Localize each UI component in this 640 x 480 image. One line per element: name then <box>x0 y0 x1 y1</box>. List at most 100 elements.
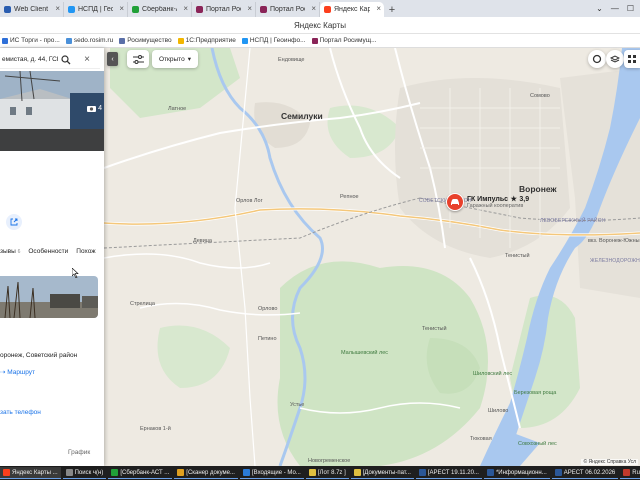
map-label[interactable]: Орлов Лог <box>236 198 263 204</box>
place-thumbnail[interactable] <box>0 276 98 318</box>
map-label[interactable]: Березовая роща <box>514 390 556 396</box>
taskbar-item[interactable]: Яндекс Карты ... <box>0 467 61 479</box>
map-label[interactable]: Тенистый <box>505 253 530 259</box>
bookmark-item[interactable]: ИС Торги - про... <box>2 37 60 44</box>
browser-tab[interactable]: Портал Росимущества | × <box>192 2 256 17</box>
new-tab-button[interactable]: + <box>384 2 400 17</box>
grid-icon <box>627 54 636 63</box>
bookmark-item[interactable]: НСПД | Геоинфо... <box>241 37 306 44</box>
map-label[interactable]: вкз. Воронеж-Южный <box>588 238 640 244</box>
taskbar-item[interactable]: [Входящие - Мо... <box>239 467 304 479</box>
taskbar-item-label: Яндекс Карты ... <box>12 469 58 476</box>
map-label[interactable]: Девица <box>193 238 212 244</box>
tab-label: Портал Росимущества | <box>206 6 241 13</box>
map-label[interactable]: СЕМЬЛИ <box>320 48 342 49</box>
map-label[interactable]: Семилуки <box>281 111 323 121</box>
chevron-down-icon: ▾ <box>187 56 191 63</box>
taskbar-item[interactable]: *Информационн... <box>483 467 550 479</box>
poi-rating: 3,9 <box>519 196 530 203</box>
close-tab-icon[interactable]: × <box>119 4 124 13</box>
close-tab-icon[interactable]: × <box>247 4 252 13</box>
bookmark-item[interactable]: Портал Росимущ... <box>311 37 377 44</box>
place-panel: емистая, д. 44, ГСК × 4 зывы 6 Особеннос… <box>0 48 104 466</box>
minimize-icon[interactable]: — <box>611 4 619 13</box>
map-label[interactable]: Сомово <box>530 93 550 99</box>
panel-tab[interactable]: зывы 6 <box>0 248 20 260</box>
search-input[interactable]: емистая, д. 44, ГСК <box>0 56 58 63</box>
taskbar-item[interactable]: Rutracker.org <box>620 467 640 479</box>
map-label[interactable]: Совхозный лес <box>518 441 557 447</box>
map-label[interactable]: Устье <box>290 402 304 408</box>
bookmark-item[interactable]: sedo.rosim.ru <box>65 37 113 44</box>
browser-tab-strip: Web Client×НСПД | Геоинформацио...×Сберб… <box>0 0 640 17</box>
screen: Web Client×НСПД | Геоинформацио...×Сберб… <box>0 0 640 480</box>
page-title: Яндекс Карты <box>294 20 346 30</box>
map-label[interactable]: Шиловский лес <box>473 371 512 377</box>
map-label[interactable]: ЛЕВОБЕРЕЖНЫЙ РАЙОН <box>540 218 606 224</box>
mouse-cursor-icon <box>72 268 79 278</box>
poi-marker[interactable]: ГК Импульс ★ 3,9 Гаражный кооператив <box>446 193 529 211</box>
taskbar-item-label: *Информационн... <box>495 469 547 476</box>
browser-tab[interactable]: Сбербанк-АСТ - Электро... × <box>128 2 192 17</box>
panel-tab[interactable]: Особенности <box>28 248 68 260</box>
share-button[interactable] <box>6 214 22 230</box>
map-label[interactable]: Латное <box>168 106 186 112</box>
photo-count[interactable]: 4 <box>87 105 102 112</box>
map-label[interactable]: Стрелица <box>130 301 155 307</box>
taskbar-item[interactable]: [АРЕСТ 19.11.20... <box>415 467 482 479</box>
map-label[interactable]: Тюковая <box>470 436 492 442</box>
schedule-tab[interactable]: График <box>68 449 90 456</box>
browser-tab[interactable]: Web Client × <box>0 2 64 17</box>
close-tab-icon[interactable]: × <box>311 4 316 13</box>
taskbar-item[interactable]: [Сбербанк-АСТ ... <box>108 467 173 479</box>
panel-tab[interactable]: Похож <box>76 248 95 260</box>
camera-icon <box>87 106 97 112</box>
bookmark-item[interactable]: 1С:Предприятие <box>177 37 236 44</box>
grid-menu-button[interactable] <box>624 50 640 68</box>
close-tab-icon[interactable]: × <box>183 4 188 13</box>
bookmarks-bar: ИС Торги - про... sedo.rosim.ru Росимущест… <box>0 34 640 48</box>
close-tab-icon[interactable]: × <box>55 4 60 13</box>
collapse-panel-button[interactable]: ‹ <box>107 52 118 66</box>
taskbar-item[interactable]: [Сканер докуме... <box>174 467 238 479</box>
map-layers-button[interactable] <box>588 50 606 68</box>
browser-tab[interactable]: Яндекс Карты × <box>320 2 384 17</box>
address-bar[interactable]: Яндекс Карты <box>0 17 640 34</box>
taskbar-item[interactable]: Поиск ч(н) <box>62 467 107 479</box>
bookmark-item[interactable]: Росимущество <box>119 37 172 44</box>
maximize-icon[interactable]: ☐ <box>627 4 634 13</box>
poi-category: Гаражный кооператив <box>467 203 524 209</box>
taskbar-item[interactable]: АРЕСТ 06.02.2026 <box>551 467 619 479</box>
close-icon[interactable]: × <box>80 54 94 65</box>
map-label[interactable]: Шилово <box>488 408 508 414</box>
search-icon[interactable] <box>58 52 74 68</box>
map-label[interactable]: Тенистый <box>422 326 447 332</box>
tab-favicon-icon <box>324 6 331 13</box>
bookmark-favicon-icon <box>2 37 8 44</box>
show-phone-link[interactable]: зать телефон <box>0 409 41 416</box>
taskbar-item[interactable]: [Документы-пат... <box>350 467 414 479</box>
bookmark-label: Росимущество <box>127 37 172 44</box>
map-label[interactable]: Ендовище <box>278 57 305 63</box>
map-label[interactable]: Орлово <box>258 306 277 312</box>
browser-tab[interactable]: НСПД | Геоинформацио... × <box>64 2 128 17</box>
taskbar-item-label: [Сбербанк-АСТ ... <box>120 469 170 476</box>
map-style-button[interactable] <box>606 50 624 68</box>
map-copyright[interactable]: © Яндекс Справка Усл <box>581 459 638 465</box>
map-label[interactable]: Малышевский лес <box>341 350 388 356</box>
search-box[interactable]: емистая, д. 44, ГСК × <box>0 51 100 69</box>
bookmark-label: НСПД | Геоинфо... <box>249 37 306 44</box>
taskbar-item[interactable]: [Лот 8.7z ] <box>305 467 349 479</box>
open-now-filter[interactable]: Открыто ▾ <box>152 50 198 68</box>
map-label[interactable]: ЖЕЛЕЗНОДОРОЖНЫЙ РАЙОН <box>590 258 640 264</box>
route-link[interactable]: ⇢ Маршрут <box>0 368 35 376</box>
chevron-left-icon: ‹ <box>111 55 114 63</box>
close-tab-icon[interactable]: × <box>376 4 381 13</box>
map-label[interactable]: Петино <box>258 336 277 342</box>
browser-tab[interactable]: Портал Росимущества | × <box>256 2 320 17</box>
filters-button[interactable] <box>127 50 149 68</box>
map-label[interactable]: Ернаков 1-й <box>140 426 171 432</box>
map-label[interactable]: Репное <box>340 194 359 200</box>
map-label[interactable]: Новогременское <box>308 458 350 464</box>
tab-search-icon[interactable]: ⌄ <box>596 4 603 13</box>
